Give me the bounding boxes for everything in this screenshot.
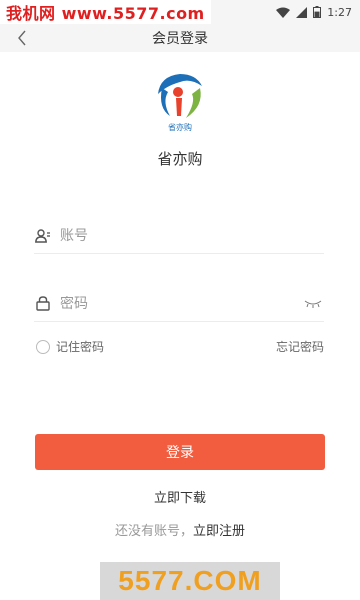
account-input[interactable] bbox=[60, 227, 324, 244]
download-link[interactable]: 立即下载 bbox=[0, 487, 360, 506]
logo-caption: 省亦购 bbox=[168, 123, 192, 132]
status-bar: 我机网 www.5577.com 1:27 bbox=[0, 0, 360, 24]
register-prompt: 还没有账号，立即注册 bbox=[0, 520, 360, 539]
login-button[interactable]: 登录 bbox=[35, 434, 325, 470]
status-time: 1:27 bbox=[327, 5, 352, 19]
eye-closed-icon[interactable] bbox=[302, 295, 324, 313]
radio-circle-icon bbox=[36, 339, 50, 354]
register-link[interactable]: 立即注册 bbox=[193, 524, 245, 539]
remember-password-label: 记住密码 bbox=[56, 340, 105, 354]
remember-password-checkbox[interactable]: 记住密码 bbox=[36, 338, 104, 355]
password-input[interactable] bbox=[60, 295, 302, 312]
brand-name: 省亦购 bbox=[157, 150, 203, 168]
page-title: 会员登录 bbox=[152, 31, 208, 47]
lock-icon bbox=[34, 295, 52, 313]
forgot-password-link[interactable]: 忘记密码 bbox=[276, 338, 324, 355]
status-indicators: 1:27 bbox=[276, 0, 352, 24]
signal-icon bbox=[296, 6, 308, 18]
watermark-text: 我机网 www.5577.com bbox=[6, 4, 205, 23]
password-field bbox=[34, 286, 324, 322]
watermark-banner: 我机网 www.5577.com bbox=[0, 0, 211, 24]
no-account-text: 还没有账号， bbox=[114, 524, 193, 539]
account-field bbox=[34, 218, 324, 254]
wifi-icon bbox=[276, 7, 291, 18]
watermark-logo: 5577.COM bbox=[100, 562, 280, 600]
app-logo: 省亦购 bbox=[156, 72, 204, 132]
nav-bar: 会员登录 bbox=[0, 24, 360, 52]
user-icon bbox=[34, 227, 52, 245]
battery-icon bbox=[313, 6, 322, 18]
watermark-logo-text: 5577.COM bbox=[118, 565, 262, 596]
